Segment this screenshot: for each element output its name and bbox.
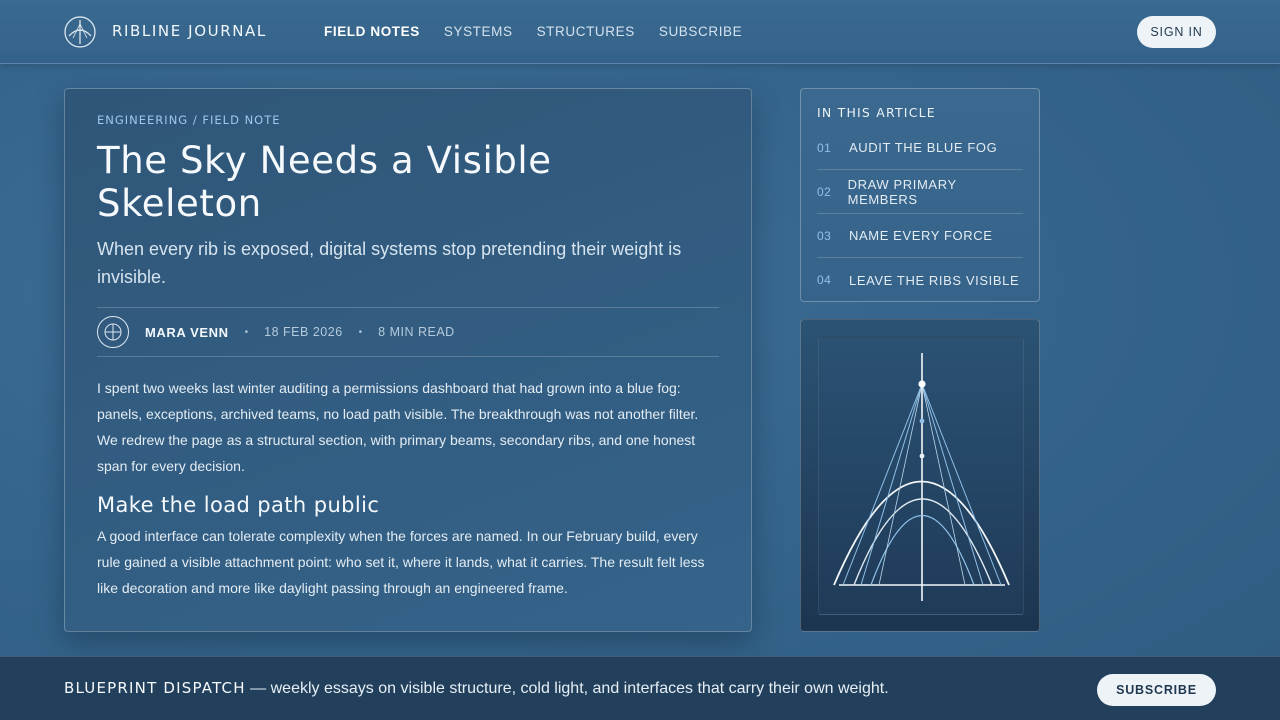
toc-item[interactable]: 02 DRAW PRIMARY MEMBERS [817, 170, 1023, 214]
nav-structures[interactable]: STRUCTURES [537, 24, 635, 39]
article-dek: When every rib is exposed, digital syste… [97, 239, 682, 287]
meta-separator: • [244, 326, 249, 338]
article-paragraph: I spent two weeks last winter auditing a… [97, 380, 699, 474]
sign-in-button[interactable]: SIGN IN [1137, 16, 1216, 48]
brand-name[interactable]: RIBLINE JOURNAL [112, 22, 267, 40]
footer-brand: BLUEPRINT DISPATCH [64, 679, 246, 697]
footer-tagline: BLUEPRINT DISPATCH — weekly essays on vi… [64, 679, 889, 698]
toc-item[interactable]: 04 LEAVE THE RIBS VISIBLE [817, 258, 1023, 302]
author-name[interactable]: MARA VENN [145, 325, 229, 340]
author-avatar-icon[interactable] [97, 316, 129, 348]
toc-label: NAME EVERY FORCE [849, 228, 993, 243]
byline: MARA VENN • 18 FEB 2026 • 8 MIN READ [97, 307, 719, 357]
structure-diagram-card [800, 319, 1040, 632]
article-card: ENGINEERING / FIELD NOTE The Sky Needs a… [64, 88, 752, 632]
toc-number: 01 [817, 140, 832, 155]
toc-item[interactable]: 01 AUDIT THE BLUE FOG [817, 126, 1023, 170]
toc-item[interactable]: 03 NAME EVERY FORCE [817, 214, 1023, 258]
nav-systems[interactable]: SYSTEMS [444, 24, 513, 39]
meta-separator: • [358, 326, 363, 338]
article-subhead: Make the load path public [97, 493, 380, 517]
publish-date: 18 FEB 2026 [264, 325, 343, 339]
nav-subscribe[interactable]: SUBSCRIBE [659, 24, 742, 39]
structure-diagram-frame [818, 337, 1024, 615]
toc-list: 01 AUDIT THE BLUE FOG 02 DRAW PRIMARY ME… [817, 126, 1023, 302]
article-paragraph: A good interface can tolerate complexity… [97, 528, 705, 596]
read-time: 8 MIN READ [378, 325, 455, 339]
parabolic-rib-diagram [833, 353, 1010, 601]
footer-description: — weekly essays on visible structure, co… [245, 680, 889, 697]
rib-compass-icon[interactable] [64, 16, 96, 48]
site-header: RIBLINE JOURNAL FIELD NOTES SYSTEMS STRU… [0, 0, 1280, 64]
toc-number: 02 [817, 184, 832, 199]
toc-label: LEAVE THE RIBS VISIBLE [849, 272, 1020, 288]
nav-field-notes[interactable]: FIELD NOTES [324, 24, 420, 39]
article-title: The Sky Needs a Visible Skeleton [97, 139, 552, 225]
toc-label: DRAW PRIMARY MEMBERS [847, 176, 957, 207]
toc-title: IN THIS ARTICLE [817, 105, 936, 120]
toc-number: 04 [817, 273, 832, 287]
toc-label: AUDIT THE BLUE FOG [849, 140, 998, 155]
newsletter-footer: BLUEPRINT DISPATCH — weekly essays on vi… [0, 656, 1280, 720]
main-nav: FIELD NOTES SYSTEMS STRUCTURES SUBSCRIBE [324, 24, 742, 39]
toc-number: 03 [817, 228, 832, 243]
subscribe-button[interactable]: SUBSCRIBE [1097, 674, 1216, 706]
table-of-contents: IN THIS ARTICLE 01 AUDIT THE BLUE FOG 02… [800, 88, 1040, 302]
article-kicker: ENGINEERING / FIELD NOTE [97, 113, 281, 127]
